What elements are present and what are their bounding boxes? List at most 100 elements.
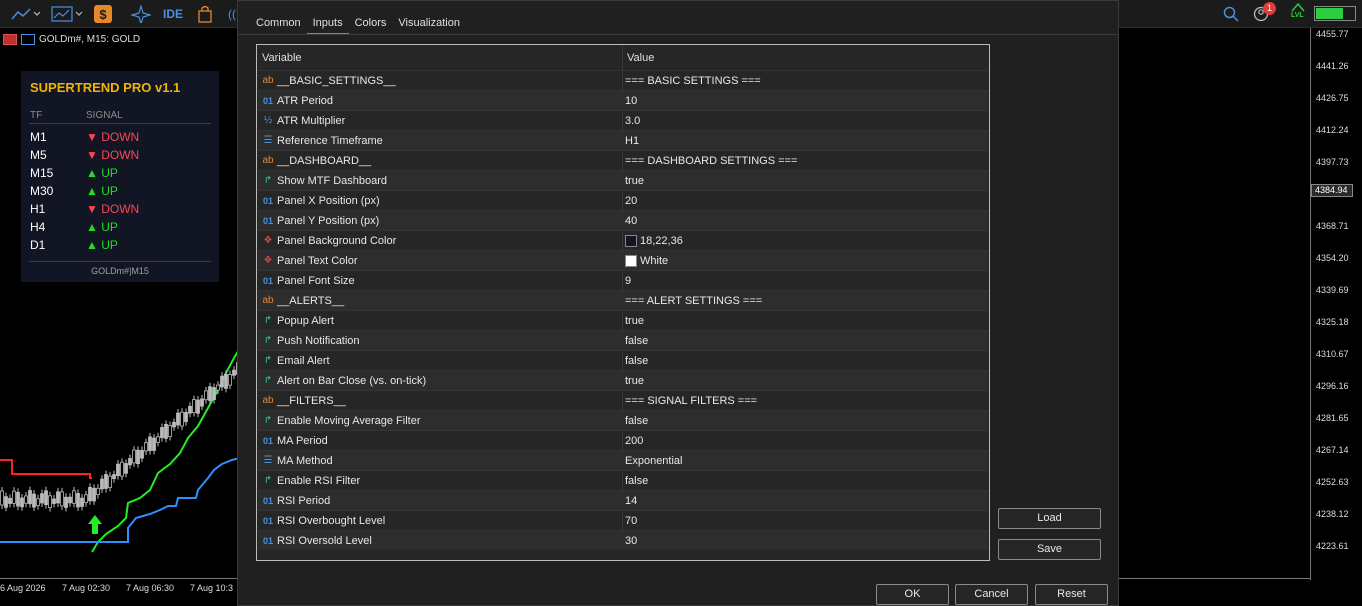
color-swatch[interactable] [625,235,637,247]
input-row[interactable]: ↱ Enable RSI Filter false [258,470,988,490]
input-row[interactable]: 01 ATR Period 10 [258,90,988,110]
input-value-cell[interactable]: 30 [625,535,637,547]
input-value-cell[interactable]: false [625,335,648,347]
input-row[interactable]: 01 MA Period 200 [258,430,988,450]
input-value-cell[interactable]: false [625,415,648,427]
input-value-cell[interactable]: === ALERT SETTINGS === [625,295,762,307]
string-type-icon: ab [262,295,274,306]
input-row[interactable]: 01 Panel X Position (px) 20 [258,190,988,210]
candle-body [184,412,188,423]
color-swatch[interactable] [625,255,637,267]
input-row[interactable]: ½ ATR Multiplier 3.0 [258,110,988,130]
input-value-text: 20 [625,195,638,207]
input-value-cell[interactable]: Exponential [625,455,683,467]
input-row[interactable]: ↱ Enable Moving Average Filter false [258,410,988,430]
indicators-icon[interactable] [50,4,84,24]
input-variable-name: RSI Period [277,495,331,507]
input-row[interactable]: ↱ Show MTF Dashboard true [258,170,988,190]
dashboard-timeframe: M30 [30,184,54,198]
input-value-cell[interactable]: true [625,375,644,387]
input-row[interactable]: 01 Panel Font Size 9 [258,270,988,290]
input-value-text: H1 [625,135,640,147]
dashboard-row: H1 ▼ DOWN [30,202,210,220]
price-tick-label: 4455.77 [1316,29,1349,39]
input-row[interactable]: ab __ALERTS__ === ALERT SETTINGS === [258,290,988,310]
dashboard-signal: ▼ DOWN [86,202,140,216]
input-value-cell[interactable]: 70 [625,515,637,527]
load-button[interactable]: Load [998,508,1101,529]
candle-body [168,425,172,437]
candle-body [116,463,120,477]
battery-fill [1316,8,1343,19]
indicator-properties-dialog: Common Inputs Colors Visualization Variable… [237,0,1119,606]
line-chart-icon[interactable] [8,4,42,24]
input-variable-name: Enable RSI Filter [277,475,361,487]
column-header-value[interactable]: Value [627,52,654,64]
tab-inputs[interactable]: Inputs [306,17,349,35]
input-value-cell[interactable]: true [625,315,644,327]
input-row[interactable]: ☰ Reference Timeframe H1 [258,130,988,150]
reset-button[interactable]: Reset [1035,584,1108,605]
input-row[interactable]: ↱ Push Notification false [258,330,988,350]
dashboard-title: SUPERTREND PRO v1.1 [30,80,181,95]
input-value-cell[interactable]: true [625,175,644,187]
input-row[interactable]: ❖ Panel Background Color 18,22,36 [258,230,988,250]
input-value-cell[interactable]: White [625,255,668,267]
input-value-cell[interactable]: 10 [625,95,637,107]
input-value-cell[interactable]: === DASHBOARD SETTINGS === [625,155,797,167]
ide-button[interactable]: IDE [162,4,184,24]
input-value-cell[interactable]: 200 [625,435,643,447]
input-value-cell[interactable]: false [625,355,648,367]
input-row[interactable]: ↱ Email Alert false [258,350,988,370]
input-row[interactable]: 01 RSI Overbought Level 70 [258,510,988,530]
tab-common[interactable]: Common [250,17,307,35]
input-value-cell[interactable]: 14 [625,495,637,507]
candle-body [112,474,116,480]
input-variable-name: MA Method [277,455,333,467]
price-tick-label: 4281.65 [1316,413,1349,423]
input-row[interactable]: ab __FILTERS__ === SIGNAL FILTERS === [258,390,988,410]
dashboard-signal: ▲ UP [86,220,118,234]
input-row[interactable]: ab __DASHBOARD__ === DASHBOARD SETTINGS ==… [258,150,988,170]
sparkle-icon[interactable] [130,4,152,24]
save-button[interactable]: Save [998,539,1101,560]
input-row[interactable]: 01 Panel Y Position (px) 40 [258,210,988,230]
dashboard-signal: ▲ UP [86,238,118,252]
search-icon[interactable] [1222,4,1240,24]
input-value-cell[interactable]: === BASIC SETTINGS === [625,75,761,87]
candle-body [28,490,32,505]
input-row[interactable]: ab __BASIC_SETTINGS__ === BASIC SETTINGS =… [258,70,988,90]
input-row[interactable]: 01 RSI Period 14 [258,490,988,510]
shopping-bag-icon[interactable] [196,4,214,24]
input-row[interactable]: ↱ Popup Alert true [258,310,988,330]
input-row[interactable]: ☰ MA Method Exponential [258,450,988,470]
color-type-icon: ❖ [263,235,273,246]
tab-visualization[interactable]: Visualization [392,17,466,35]
dollar-icon[interactable]: $ [94,5,112,23]
column-header-variable[interactable]: Variable [262,52,302,64]
string-type-icon: ab [262,155,274,166]
input-row[interactable]: 01 RSI Oversold Level 30 [258,530,988,550]
input-value-cell[interactable]: 3.0 [625,115,640,127]
tab-colors[interactable]: Colors [349,17,393,35]
input-variable-name: RSI Overbought Level [277,515,386,527]
price-axis[interactable] [1310,28,1362,580]
input-value-cell[interactable]: H1 [625,135,639,147]
input-value-cell[interactable]: 20 [625,195,637,207]
ok-button[interactable]: OK [876,584,949,605]
candle-body [224,373,228,389]
candle-body [108,475,112,488]
candle-body [132,449,136,464]
cancel-button[interactable]: Cancel [955,584,1028,605]
input-variable-name: Popup Alert [277,315,334,327]
input-value-cell[interactable]: 9 [625,275,631,287]
notification-badge[interactable]: 1 [1263,2,1276,15]
input-value-cell[interactable]: false [625,475,648,487]
input-row[interactable]: ❖ Panel Text Color White [258,250,988,270]
input-value-cell[interactable]: === SIGNAL FILTERS === [625,395,757,407]
dialog-tabs: Common Inputs Colors Visualization [250,17,466,35]
input-value-cell[interactable]: 40 [625,215,637,227]
input-row[interactable]: ↱ Alert on Bar Close (vs. on-tick) true [258,370,988,390]
input-value-cell[interactable]: 18,22,36 [625,235,683,247]
supertrend-dashboard: SUPERTREND PRO v1.1 TF SIGNAL M1 ▼ DOWN M5… [21,71,219,282]
